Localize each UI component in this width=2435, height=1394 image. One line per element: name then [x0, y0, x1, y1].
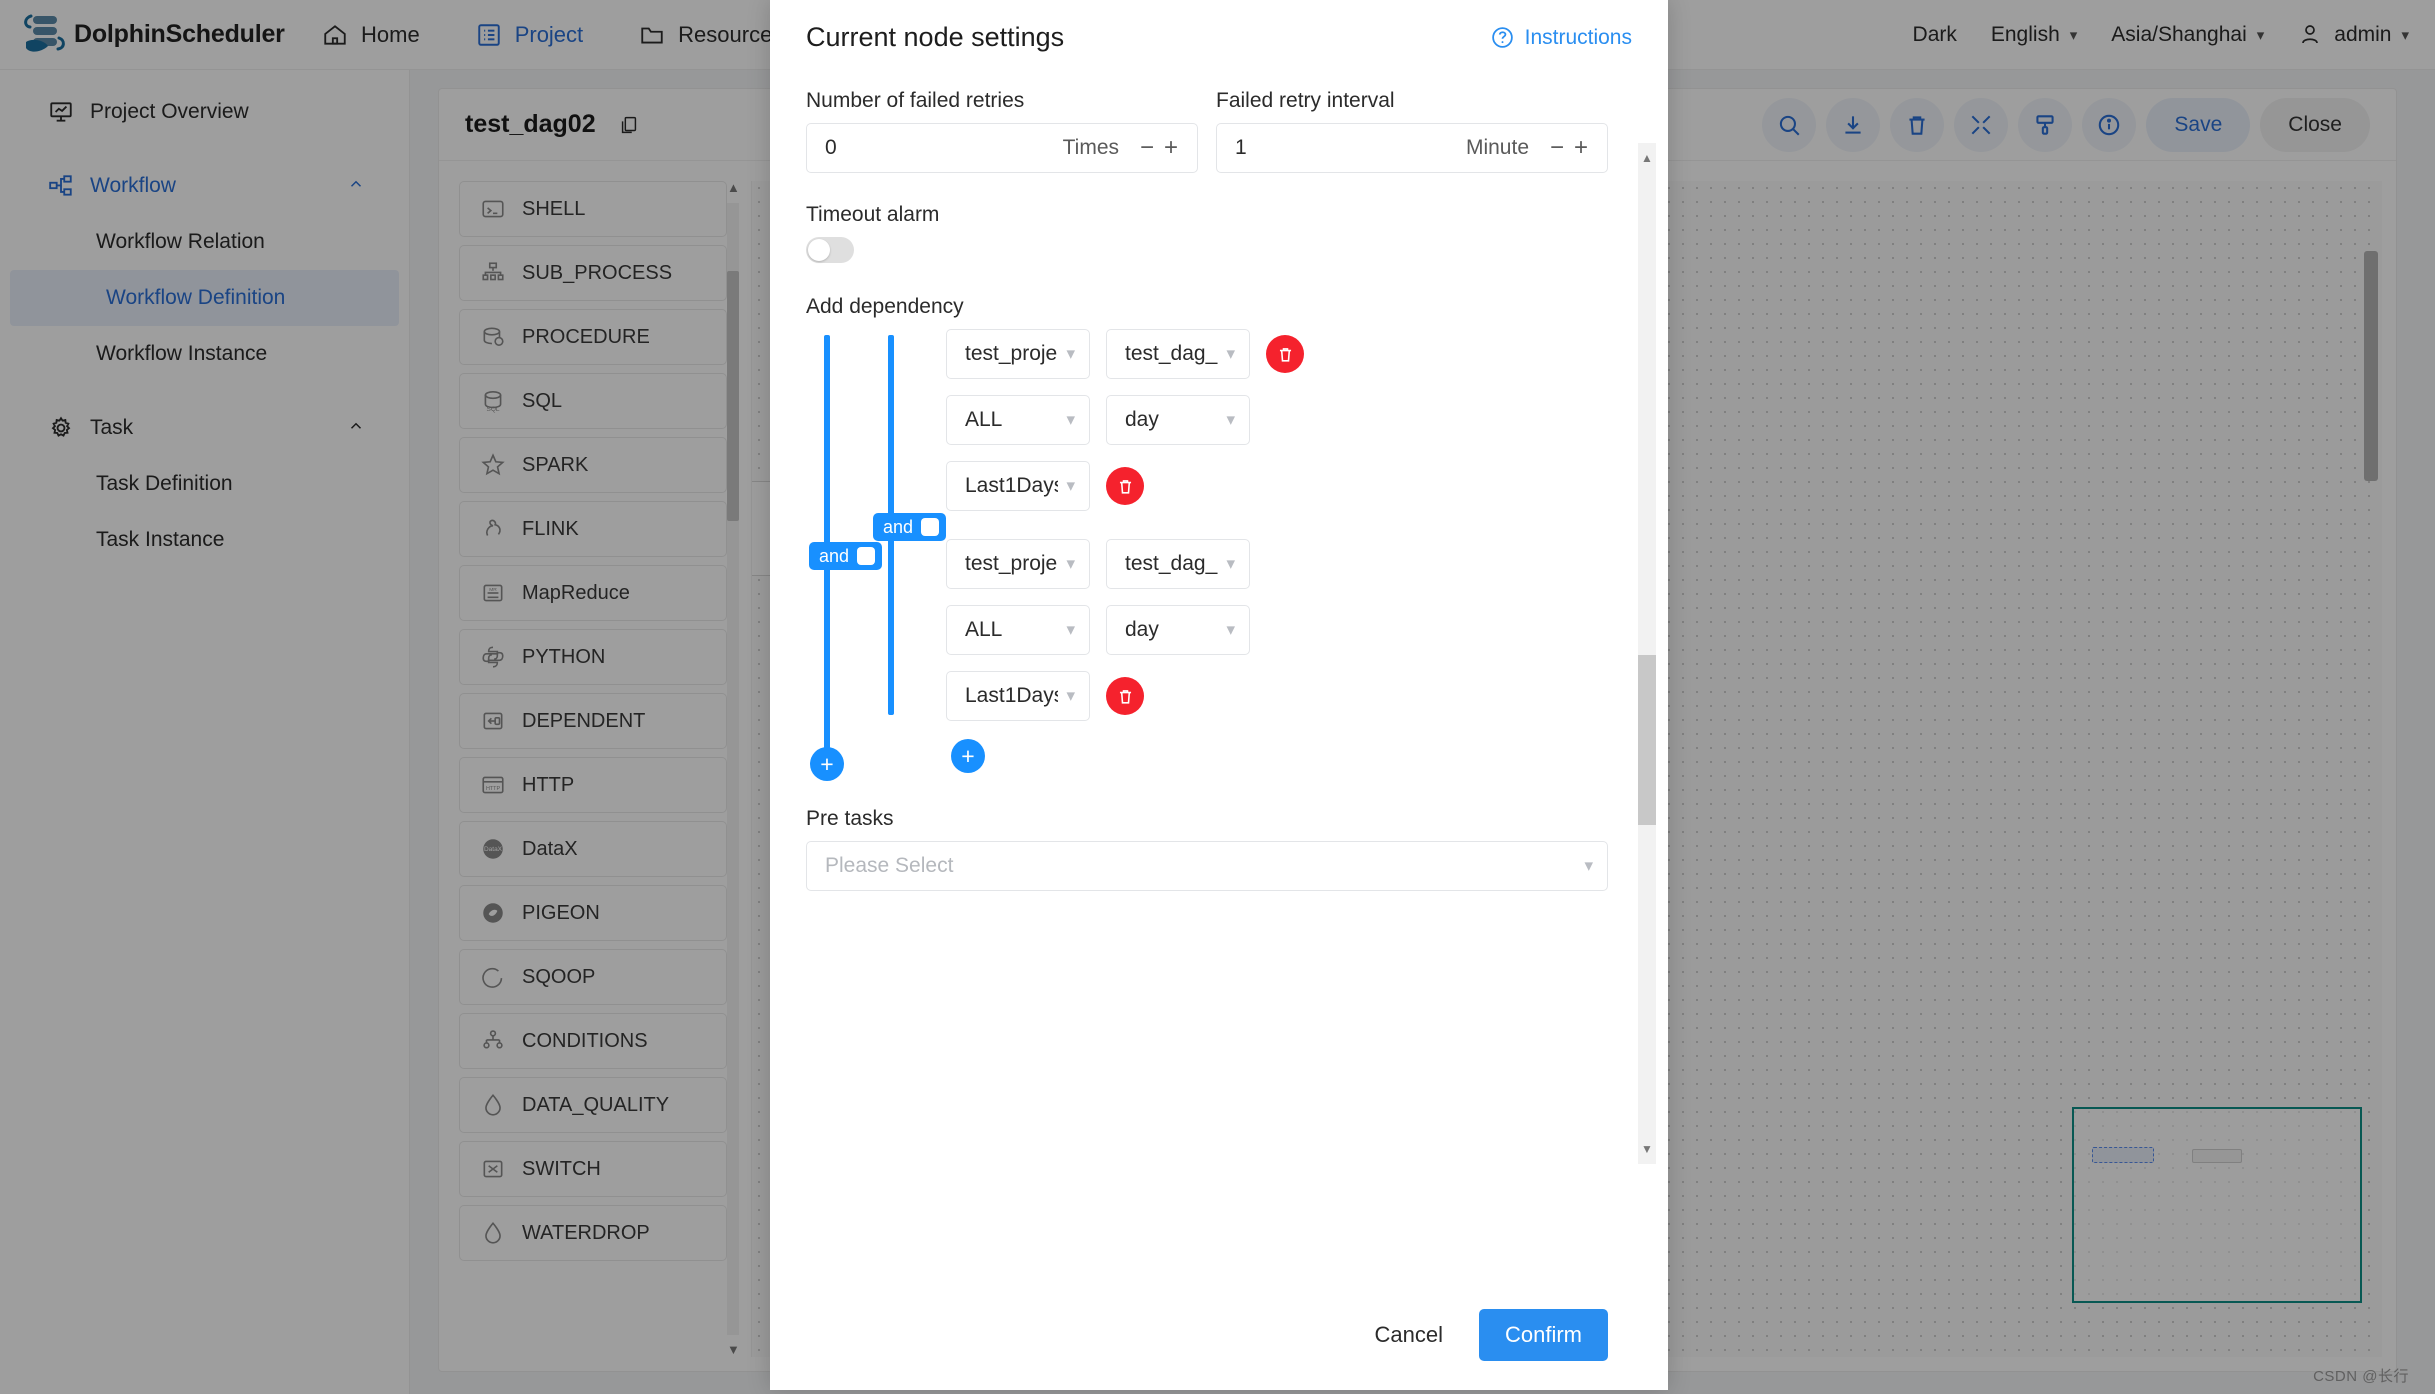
inner-relation-label: and [883, 516, 914, 537]
relation-toggle[interactable] [857, 547, 876, 565]
cycle-value: day [1125, 408, 1159, 431]
workflow-select[interactable]: test_dag_C ▾ [1106, 539, 1250, 589]
scroll-down-icon[interactable]: ▼ [1638, 1140, 1656, 1158]
scope-value: ALL [965, 408, 1003, 431]
cycle-select[interactable]: day ▾ [1106, 605, 1250, 655]
modal-scrollbar[interactable]: ▲ ▼ [1638, 143, 1656, 1164]
retry-interval-stepper[interactable]: 1 Minute − + [1216, 123, 1608, 173]
add-dependency-inner-row: + [951, 739, 1608, 773]
outer-relation-label: and [819, 545, 850, 566]
failed-retries-label: Number of failed retries [806, 89, 1025, 112]
add-dependency-group-button[interactable]: + [810, 747, 844, 781]
retry-settings-row: Number of failed retries 0 Times − + Fai… [806, 89, 1608, 173]
date-range-select[interactable]: Last1Days ▾ [946, 671, 1090, 721]
failed-retries-decrement[interactable]: − [1135, 134, 1159, 162]
chevron-down-icon: ▾ [1066, 344, 1075, 363]
project-select[interactable]: test_project ▾ [946, 539, 1090, 589]
failed-retries-stepper[interactable]: 0 Times − + [806, 123, 1198, 173]
add-dependency-item-button[interactable]: + [951, 739, 985, 773]
retry-interval-value[interactable]: 1 [1235, 136, 1466, 160]
workflow-value: test_dag_C [1125, 552, 1218, 575]
question-circle-icon [1490, 25, 1515, 50]
toggle-knob [808, 239, 830, 261]
relation-toggle[interactable] [921, 518, 940, 536]
cancel-button[interactable]: Cancel [1361, 1312, 1457, 1358]
project-value: test_project [965, 552, 1058, 575]
dependency-outer-relation-badge[interactable]: and [809, 542, 883, 570]
dependency-rows: test_project ▾ test_dag_B ▾ [946, 329, 1608, 773]
chevron-down-icon: ▾ [1066, 410, 1075, 429]
dependency-tree: and and test_project [806, 329, 1608, 801]
dependency-row: ALL ▾ day ▾ [946, 605, 1608, 655]
timeout-alarm-field: Timeout alarm [806, 203, 1608, 263]
date-range-value: Last1Days [965, 474, 1059, 497]
pre-tasks-placeholder: Please Select [825, 854, 954, 877]
project-select[interactable]: test_project ▾ [946, 329, 1090, 379]
workflow-value: test_dag_B [1125, 342, 1218, 365]
scope-value: ALL [965, 618, 1003, 641]
modal-footer: Cancel Confirm [770, 1280, 1668, 1390]
modal-scroll-thumb[interactable] [1638, 655, 1656, 825]
date-range-value: Last1Days [965, 684, 1059, 707]
delete-dependency-button[interactable] [1266, 335, 1304, 373]
modal-form: Number of failed retries 0 Times − + Fai… [806, 75, 1608, 891]
timeout-alarm-label: Timeout alarm [806, 203, 940, 226]
delete-dependency-item-button[interactable] [1106, 677, 1144, 715]
dependency-row: test_project ▾ test_dag_B ▾ [946, 329, 1608, 379]
dependency-row: ALL ▾ day ▾ [946, 395, 1608, 445]
chevron-down-icon: ▾ [1226, 344, 1235, 363]
confirm-button[interactable]: Confirm [1478, 1309, 1608, 1361]
add-dependency-section: Add dependency and and test_proje ▾ test… [806, 295, 1608, 801]
dependency-row: Last1Days ▾ [946, 461, 1608, 511]
dependency-row: Last1Days ▾ [946, 671, 1608, 721]
date-range-select[interactable]: Last1Days ▾ [946, 461, 1090, 511]
retry-interval-label: Failed retry interval [1216, 89, 1395, 112]
dependency-row: test_project ▾ test_dag_C ▾ [946, 539, 1608, 589]
modal-title: Current node settings [806, 22, 1065, 52]
delete-dependency-item-button[interactable] [1106, 467, 1144, 505]
chevron-down-icon: ▾ [1584, 856, 1593, 875]
modal-body: Number of failed retries 0 Times − + Fai… [770, 75, 1668, 1280]
dependency-inner-relation-badge[interactable]: and [873, 513, 947, 541]
chevron-down-icon: ▾ [1066, 476, 1075, 495]
chevron-down-icon: ▾ [1066, 686, 1075, 705]
scope-select[interactable]: ALL ▾ [946, 605, 1090, 655]
retry-interval-decrement[interactable]: − [1545, 134, 1569, 162]
pre-tasks-label: Pre tasks [806, 807, 894, 830]
chevron-down-icon: ▾ [1226, 620, 1235, 639]
instructions-label: Instructions [1524, 25, 1632, 49]
retry-interval-field: Failed retry interval 1 Minute − + [1216, 89, 1608, 173]
chevron-down-icon: ▾ [1226, 410, 1235, 429]
chevron-down-icon: ▾ [1066, 554, 1075, 573]
project-value: test_project [965, 342, 1058, 365]
add-dependency-label: Add dependency [806, 295, 964, 318]
timeout-alarm-toggle[interactable] [806, 237, 854, 263]
current-node-settings-dialog: Current node settings Instructions Numbe… [770, 0, 1668, 1390]
instructions-link[interactable]: Instructions [1490, 25, 1632, 50]
workflow-select[interactable]: test_dag_B ▾ [1106, 329, 1250, 379]
failed-retries-unit: Times [1062, 136, 1119, 159]
app-root: DolphinScheduler Home Project Resources … [0, 0, 2435, 1394]
failed-retries-field: Number of failed retries 0 Times − + [806, 89, 1198, 173]
cycle-select[interactable]: day ▾ [1106, 395, 1250, 445]
failed-retries-value[interactable]: 0 [825, 136, 1063, 160]
scroll-up-icon[interactable]: ▲ [1638, 149, 1656, 167]
modal-header: Current node settings Instructions [770, 0, 1668, 75]
chevron-down-icon: ▾ [1226, 554, 1235, 573]
failed-retries-increment[interactable]: + [1159, 134, 1183, 162]
pre-tasks-field: Pre tasks Please Select ▾ [806, 807, 1608, 891]
retry-interval-increment[interactable]: + [1569, 134, 1593, 162]
cycle-value: day [1125, 618, 1159, 641]
retry-interval-unit: Minute [1465, 136, 1529, 159]
chevron-down-icon: ▾ [1066, 620, 1075, 639]
scope-select[interactable]: ALL ▾ [946, 395, 1090, 445]
pre-tasks-select[interactable]: Please Select ▾ [806, 841, 1608, 891]
